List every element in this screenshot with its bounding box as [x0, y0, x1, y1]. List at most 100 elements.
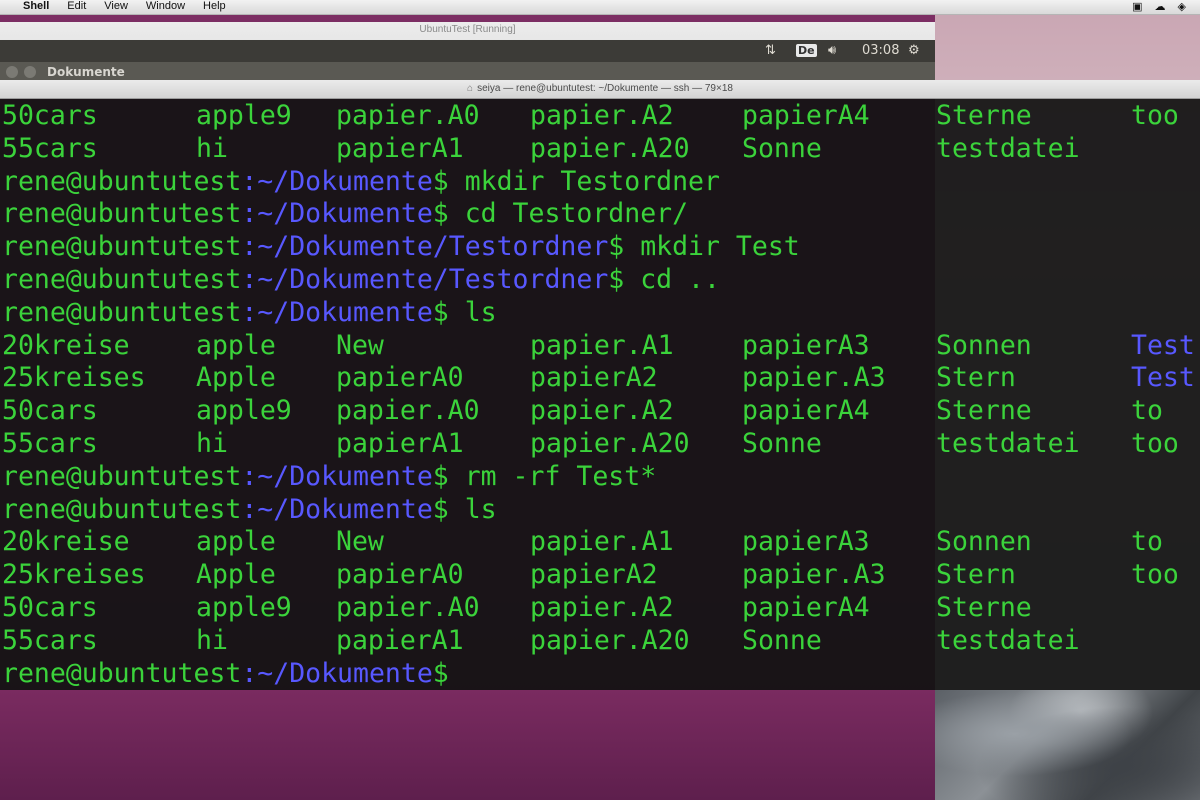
file-entry: papier.A20: [530, 428, 690, 459]
prompt-host: rene@ubuntutest: [2, 165, 242, 197]
terminal-output-line: 55cars hi papierA1 papier.A20 Sonne testdatei: [2, 624, 1200, 657]
ubuntu-top-panel: ⇅ De 🔊︎ 03:08 ⚙: [0, 40, 935, 62]
prompt-command: $ ls: [432, 493, 497, 525]
network-icon[interactable]: ⇅: [765, 42, 776, 60]
file-entry: papier.A3: [742, 362, 886, 394]
file-entry: Sonnen: [936, 526, 1032, 558]
prompt-path: :~/Dokumente: [241, 493, 433, 525]
file-entry: Test: [1131, 329, 1195, 361]
file-entry: to: [1131, 526, 1163, 558]
prompt-path: :~/Dokumente: [241, 460, 433, 492]
file-entry: hi: [196, 132, 228, 164]
prompt-host: rene@ubuntutest: [2, 296, 242, 328]
file-entry: papier.A1: [530, 526, 674, 558]
file-entry: papier.A2: [530, 100, 674, 131]
prompt-host: rene@ubuntutest: [2, 493, 242, 525]
prompt-command: $: [432, 657, 449, 689]
menubar-menus: Shell Edit View Window Help: [14, 0, 235, 14]
file-entry: papier.A20: [530, 132, 690, 164]
terminal-prompt-line: rene@ubuntutest:~/Dokumente$ ls: [2, 296, 1200, 329]
prompt-host: rene@ubuntutest: [2, 264, 242, 295]
terminal-window[interactable]: ⌂ seiya — rene@ubuntutest: ~/Dokumente — …: [0, 80, 1200, 690]
files-window-header: Dokumente: [0, 62, 935, 82]
menu-view[interactable]: View: [95, 0, 137, 14]
prompt-path: :~/Dokumente: [241, 657, 433, 689]
virtualbox-window: UbuntuTest [Running] ⇅ De 🔊︎ 03:08 ⚙ Dok…: [0, 22, 935, 83]
prompt-path: :~/Dokumente: [241, 165, 433, 197]
file-entry: 25kreises: [2, 362, 146, 394]
file-entry: papier.A3: [742, 559, 886, 591]
file-entry: 55cars: [2, 428, 98, 459]
file-entry: Sonne: [742, 132, 822, 164]
menu-help[interactable]: Help: [194, 0, 235, 14]
terminal-output[interactable]: 50cars apple9 papier.A0 papier.A2 papierA4 St…: [0, 99, 1200, 689]
file-entry: papierA0: [336, 362, 464, 394]
dropbox-icon[interactable]: ◈: [1178, 1, 1186, 14]
file-entry: papierA1: [336, 428, 464, 459]
terminal-output-line: 20kreise apple New papier.A1 papierA3 Sonnen T…: [2, 329, 1200, 362]
file-entry: too: [1131, 559, 1179, 591]
file-entry: testdatei: [936, 624, 1080, 656]
clock-label[interactable]: 03:08: [862, 42, 899, 60]
prompt-path: :~/Dokumente/Testordner: [241, 264, 609, 295]
file-entry: papierA0: [336, 559, 464, 591]
prompt-command: $ ls: [432, 296, 497, 328]
terminal-prompt-line: rene@ubuntutest:~/Dokumente$: [2, 657, 1200, 689]
terminal-prompt-line: rene@ubuntutest:~/Dokumente/Testordner$ …: [2, 230, 1200, 263]
wallpaper-rock: [935, 690, 1200, 800]
file-entry: apple9: [196, 100, 292, 131]
prompt-command: $ mkdir Test: [608, 231, 800, 263]
cloud-icon[interactable]: ☁: [1155, 1, 1166, 14]
file-entry: papierA2: [530, 559, 658, 591]
mac-menubar: Shell Edit View Window Help ▣ ☁ ◈: [0, 0, 1200, 15]
file-entry: papierA4: [742, 592, 870, 623]
file-entry: Sterne: [936, 100, 1032, 131]
file-entry: papier.A20: [530, 624, 690, 656]
file-entry: Apple: [196, 559, 276, 591]
prompt-command: $ mkdir Testordner: [432, 165, 720, 197]
keyboard-layout-label: De: [796, 44, 817, 57]
file-entry: Sterne: [936, 592, 1032, 623]
prompt-host: rene@ubuntutest: [2, 657, 242, 689]
terminal-titlebar: ⌂ seiya — rene@ubuntutest: ~/Dokumente — …: [0, 80, 1200, 99]
volume-icon[interactable]: 🔊︎: [828, 42, 836, 60]
prompt-path: :~/Dokumente: [241, 198, 433, 230]
screen-share-icon[interactable]: ▣: [1132, 1, 1142, 14]
settings-gear-icon[interactable]: ⚙: [908, 42, 920, 60]
file-entry: 20kreise: [2, 329, 130, 361]
file-entry: apple9: [196, 592, 292, 623]
minimize-window-button[interactable]: [24, 66, 36, 78]
file-entry: Test: [1131, 362, 1195, 394]
file-entry: papierA4: [742, 395, 870, 427]
file-entry: papier.A0: [336, 100, 480, 131]
file-entry: papierA1: [336, 624, 464, 656]
prompt-command: $ rm -rf Test*: [432, 460, 657, 492]
file-entry: 20kreise: [2, 526, 130, 558]
prompt-command: $ cd ..: [608, 264, 720, 295]
file-entry: Sterne: [936, 395, 1032, 427]
close-window-button[interactable]: [6, 66, 18, 78]
file-entry: Sonne: [742, 624, 822, 656]
file-entry: 55cars: [2, 132, 98, 164]
keyboard-layout-indicator[interactable]: De: [796, 42, 817, 60]
file-entry: 55cars: [2, 624, 98, 656]
terminal-prompt-line: rene@ubuntutest:~/Dokumente$ mkdir Testo…: [2, 165, 1200, 198]
menubar-tray: ▣ ☁ ◈: [1132, 0, 1186, 14]
file-entry: 50cars: [2, 100, 98, 131]
file-entry: papier.A1: [530, 329, 674, 361]
file-entry: papierA3: [742, 526, 870, 558]
menu-shell[interactable]: Shell: [14, 0, 58, 14]
menu-window[interactable]: Window: [137, 0, 194, 14]
terminal-prompt-line: rene@ubuntutest:~/Dokumente$ cd Testordn…: [2, 197, 1200, 230]
menu-edit[interactable]: Edit: [58, 0, 95, 14]
file-entry: New: [336, 329, 384, 361]
file-entry: Sonne: [742, 428, 822, 459]
files-window-title: Dokumente: [47, 65, 125, 79]
file-entry: papier.A2: [530, 395, 674, 427]
prompt-command: $ cd Testordner/: [432, 198, 689, 230]
terminal-prompt-line: rene@ubuntutest:~/Dokumente$ ls: [2, 493, 1200, 526]
terminal-output-line: 55cars hi papierA1 papier.A20 Sonne testdatei: [2, 132, 1200, 165]
file-entry: papierA4: [742, 100, 870, 131]
file-entry: 25kreises: [2, 559, 146, 591]
terminal-output-line: 50cars apple9 papier.A0 papier.A2 papierA4 St…: [2, 394, 1200, 427]
